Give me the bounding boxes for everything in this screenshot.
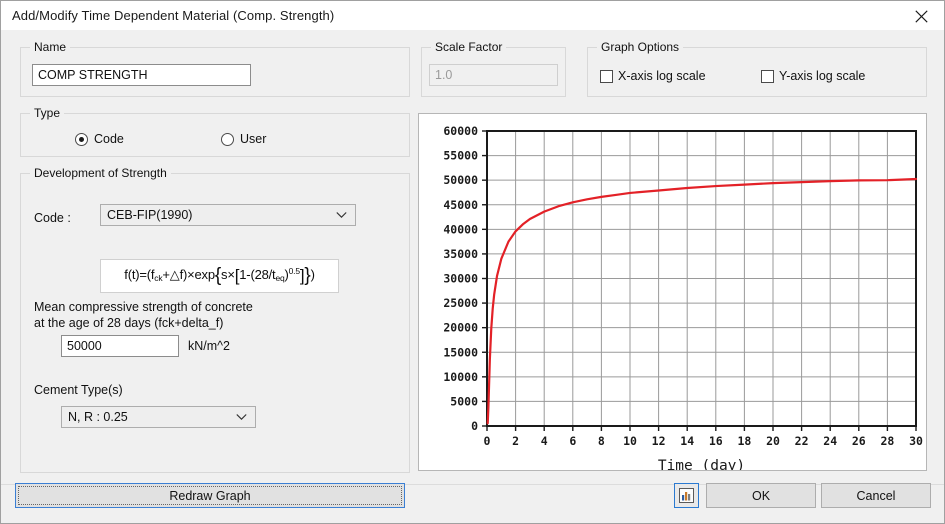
mean-strength-unit: kN/m^2: [188, 339, 230, 353]
svg-text:26: 26: [852, 434, 866, 448]
svg-text:22: 22: [795, 434, 809, 448]
svg-text:55000: 55000: [443, 149, 478, 163]
y-axis-log-scale-checkbox[interactable]: Y-axis log scale: [761, 69, 865, 83]
strength-chart: 0 5000 10000 15000 20000 25000 30000 35000 40000…: [443, 124, 923, 470]
x-axis-log-scale-label: X-axis log scale: [618, 69, 706, 83]
redraw-graph-label: Redraw Graph: [169, 488, 251, 503]
checkbox-box-y-log: [761, 69, 774, 83]
window-title: Add/Modify Time Dependent Material (Comp…: [12, 8, 335, 23]
radio-label-code: Code: [94, 132, 124, 146]
svg-text:30: 30: [909, 434, 923, 448]
code-label: Code :: [34, 211, 71, 225]
ok-button-label: OK: [751, 488, 771, 503]
svg-text:45000: 45000: [443, 198, 478, 212]
svg-text:4: 4: [541, 434, 548, 448]
cement-type-value: N, R : 0.25: [68, 410, 128, 424]
svg-text:60000: 60000: [443, 124, 478, 138]
name-input[interactable]: COMP STRENGTH: [32, 64, 251, 86]
name-group-legend: Name: [30, 40, 71, 54]
chart-icon-button[interactable]: [674, 483, 699, 508]
svg-text:24: 24: [823, 434, 837, 448]
cement-type-label: Cement Type(s): [34, 383, 123, 397]
svg-text:40000: 40000: [443, 222, 478, 236]
svg-text:Time (day): Time (day): [658, 458, 745, 470]
checkbox-box-x-log: [600, 69, 613, 83]
radio-type-user[interactable]: User: [221, 132, 266, 146]
code-dropdown[interactable]: CEB-FIP(1990): [100, 204, 356, 226]
mean-strength-input[interactable]: 50000: [61, 335, 179, 357]
svg-text:10: 10: [623, 434, 637, 448]
close-icon: [914, 9, 928, 23]
svg-text:16: 16: [709, 434, 723, 448]
type-group-legend: Type: [30, 106, 65, 120]
code-dropdown-value: CEB-FIP(1990): [107, 208, 193, 222]
radio-label-user: User: [240, 132, 267, 146]
formula-text: f(t)=(fck+△f)×exp{s×[1-(28/teq)0.5]}): [124, 265, 315, 286]
cement-type-dropdown[interactable]: N, R : 0.25: [61, 406, 256, 428]
bar-chart-icon: [679, 488, 694, 503]
dialog-body: Name COMP STRENGTH Scale Factor 1.0 Grap…: [1, 31, 944, 523]
ok-button[interactable]: OK: [706, 483, 816, 508]
svg-text:0: 0: [471, 419, 478, 433]
radio-circle-user: [221, 132, 234, 146]
svg-text:6: 6: [569, 434, 576, 448]
strength-formula: f(t)=(fck+△f)×exp{s×[1-(28/teq)0.5]}): [100, 259, 339, 293]
svg-text:35000: 35000: [443, 247, 478, 261]
cancel-button[interactable]: Cancel: [821, 483, 931, 508]
y-axis-log-scale-label: Y-axis log scale: [779, 69, 866, 83]
scale-factor-legend: Scale Factor: [431, 40, 507, 54]
dialog-window: Add/Modify Time Dependent Material (Comp…: [0, 0, 945, 524]
svg-text:30000: 30000: [443, 272, 478, 286]
scale-factor-input[interactable]: 1.0: [429, 64, 558, 86]
chevron-down-icon: [336, 212, 347, 219]
svg-text:25000: 25000: [443, 296, 478, 310]
radio-type-code[interactable]: Code: [75, 132, 124, 146]
svg-text:2: 2: [512, 434, 519, 448]
svg-text:20000: 20000: [443, 321, 478, 335]
svg-text:10000: 10000: [443, 370, 478, 384]
svg-text:50000: 50000: [443, 173, 478, 187]
svg-text:8: 8: [598, 434, 605, 448]
svg-text:18: 18: [737, 434, 751, 448]
x-axis-log-scale-checkbox[interactable]: X-axis log scale: [600, 69, 706, 83]
chevron-down-icon: [236, 414, 247, 421]
svg-text:12: 12: [652, 434, 666, 448]
development-group-legend: Development of Strength: [30, 166, 171, 180]
svg-text:15000: 15000: [443, 345, 478, 359]
svg-text:20: 20: [766, 434, 780, 448]
close-button[interactable]: [898, 1, 944, 31]
cancel-button-label: Cancel: [856, 488, 896, 503]
mean-strength-label-line1: Mean compressive strength of concrete: [34, 300, 253, 314]
svg-text:14: 14: [680, 434, 694, 448]
graph-panel: 0 5000 10000 15000 20000 25000 30000 35000 40000…: [418, 113, 927, 471]
radio-circle-code: [75, 132, 88, 146]
svg-text:5000: 5000: [450, 394, 478, 408]
mean-strength-label-line2: at the age of 28 days (fck+delta_f): [34, 316, 224, 330]
redraw-graph-button[interactable]: Redraw Graph: [15, 483, 405, 508]
graph-options-legend: Graph Options: [597, 40, 684, 54]
svg-text:0: 0: [484, 434, 491, 448]
title-bar: Add/Modify Time Dependent Material (Comp…: [1, 1, 944, 31]
svg-text:28: 28: [880, 434, 894, 448]
